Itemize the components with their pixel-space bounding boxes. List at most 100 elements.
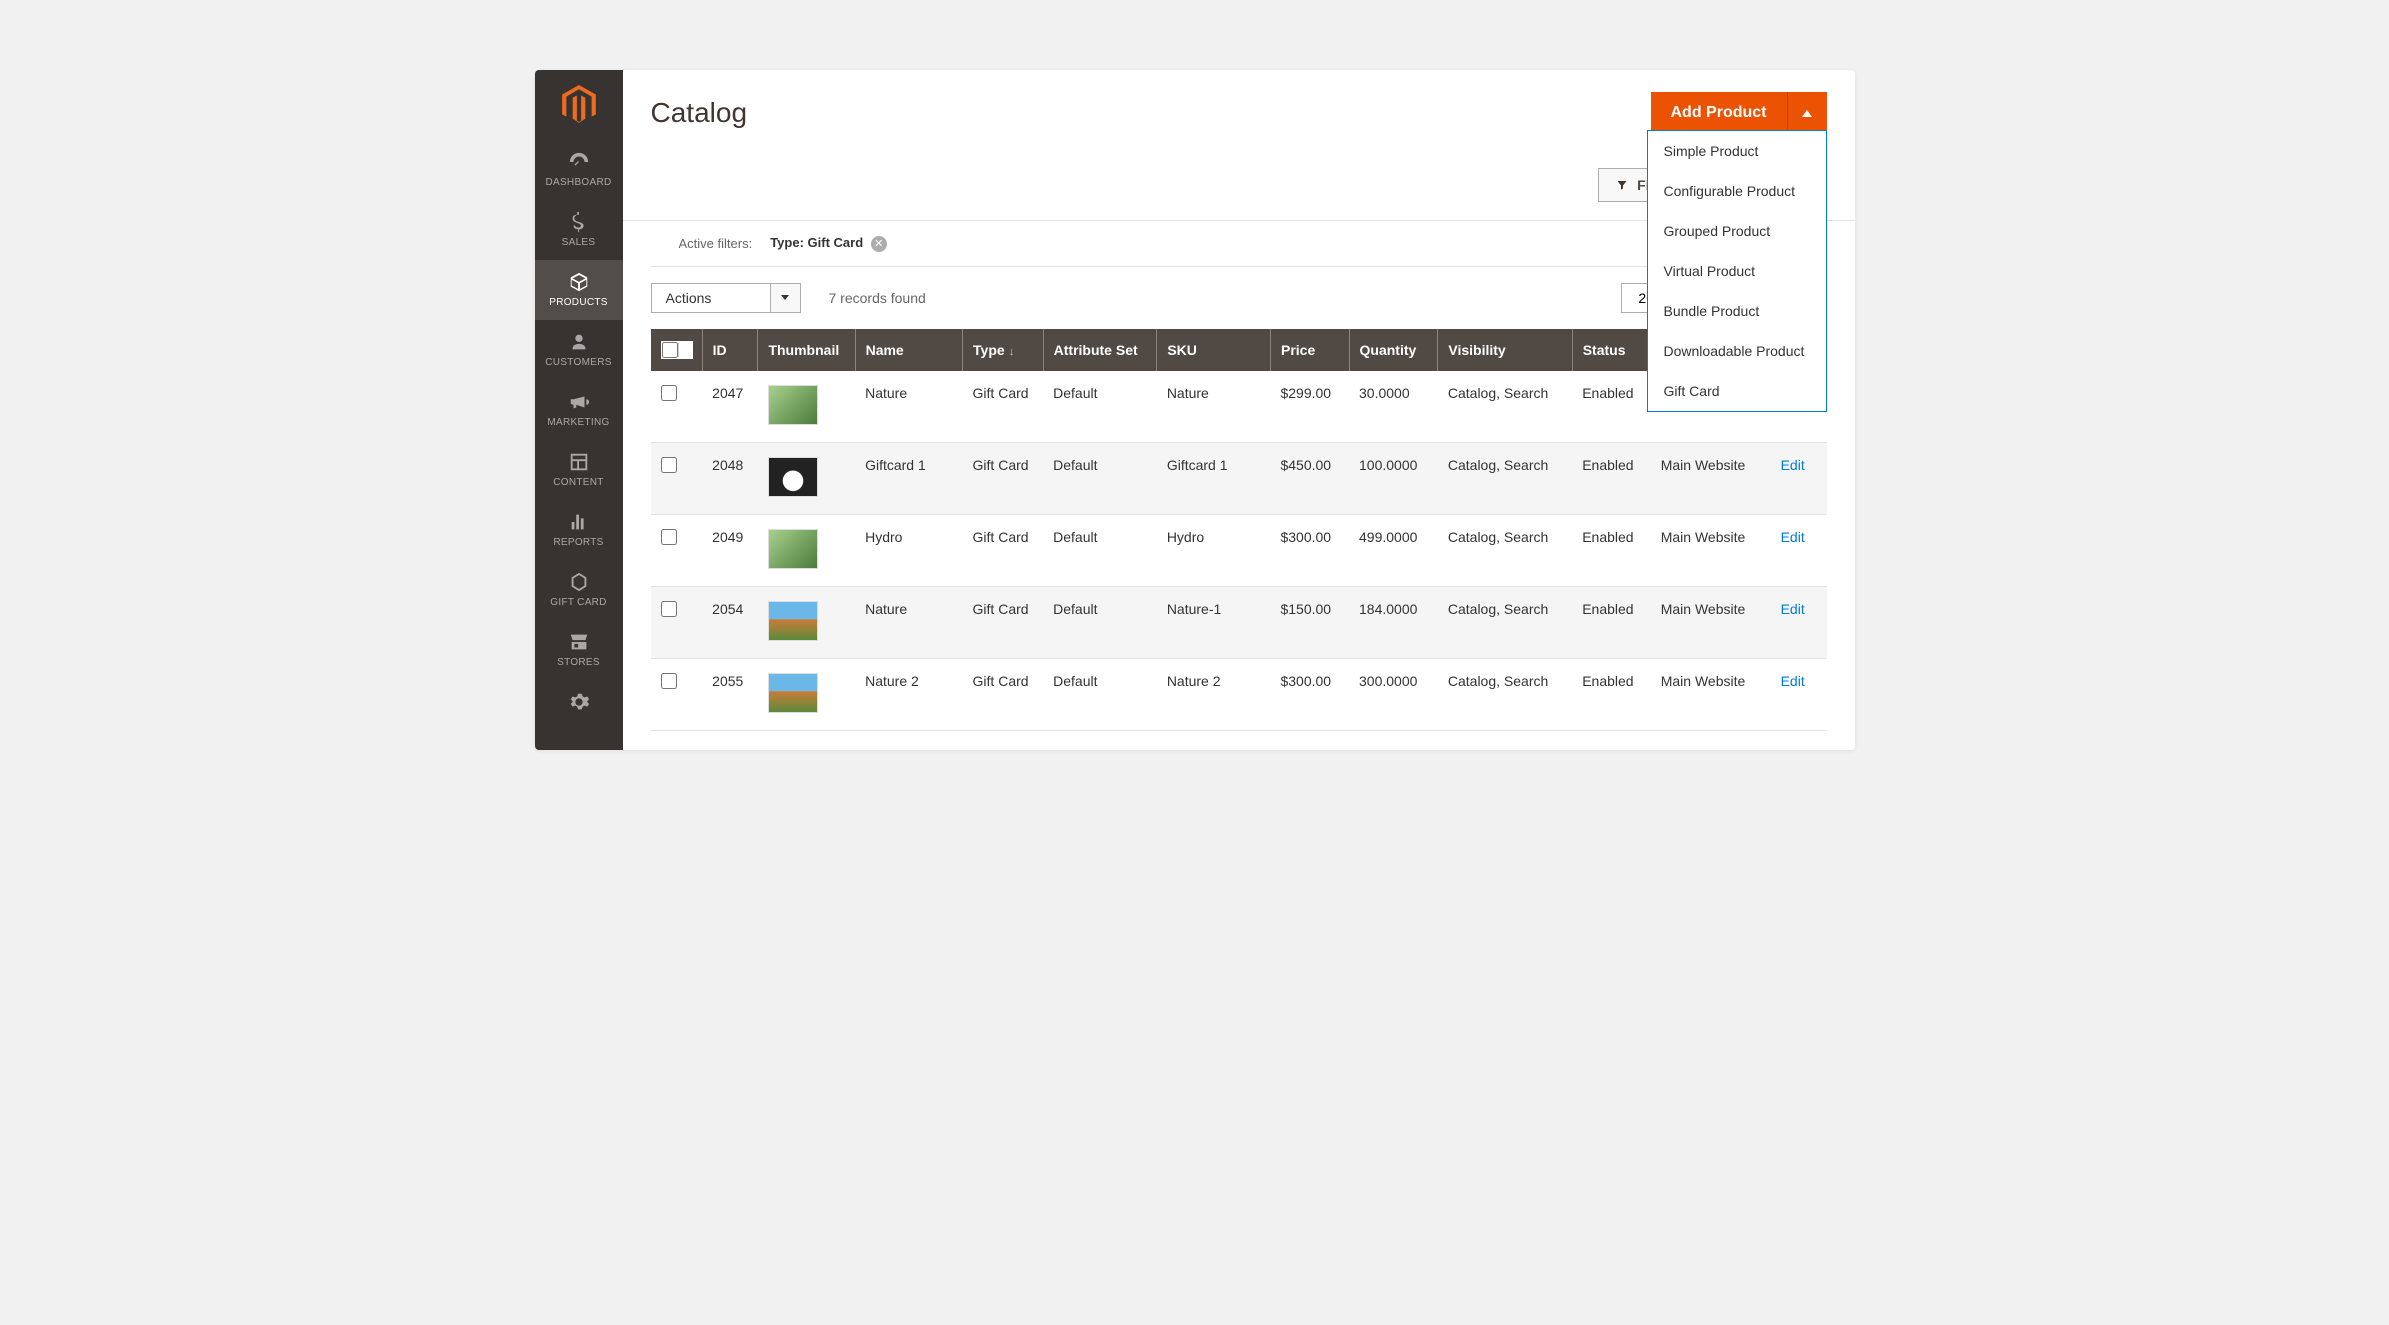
product-thumbnail: [768, 673, 818, 713]
cell-price: $300.00: [1270, 658, 1349, 730]
col-id[interactable]: ID: [702, 329, 758, 371]
sidebar-item-marketing[interactable]: MARKETING: [535, 380, 623, 440]
col-status[interactable]: Status: [1572, 329, 1651, 371]
cell-sku: Nature: [1157, 371, 1271, 443]
sort-down-icon: ↓: [1009, 346, 1015, 358]
filter-chip-remove[interactable]: ✕: [871, 236, 887, 252]
col-type[interactable]: Type↓: [963, 329, 1044, 371]
sidebar-label: SALES: [539, 237, 619, 248]
sidebar-item-dashboard[interactable]: DASHBOARD: [535, 140, 623, 200]
dropdown-item-downloadable[interactable]: Downloadable Product: [1648, 331, 1826, 371]
cell-type: Gift Card: [963, 658, 1044, 730]
cell-sku: Nature-1: [1157, 586, 1271, 658]
cell-thumbnail: [758, 514, 855, 586]
cell-visibility: Catalog, Search: [1438, 658, 1572, 730]
cell-qty: 30.0000: [1349, 371, 1438, 443]
add-product-button[interactable]: Add Product: [1651, 92, 1787, 134]
dollar-icon: [539, 210, 619, 234]
active-filters-label: Active filters:: [679, 236, 753, 251]
hexagon-icon: [539, 570, 619, 594]
dropdown-item-giftcard[interactable]: Gift Card: [1648, 371, 1826, 411]
col-price[interactable]: Price: [1270, 329, 1349, 371]
sidebar-item-customers[interactable]: CUSTOMERS: [535, 320, 623, 380]
cell-attr: Default: [1043, 371, 1157, 443]
dropdown-item-simple[interactable]: Simple Product: [1648, 131, 1826, 171]
sidebar-item-stores[interactable]: STORES: [535, 620, 623, 680]
cell-id: 2054: [702, 586, 758, 658]
row-checkbox[interactable]: [661, 673, 677, 689]
cell-name: Hydro: [855, 514, 962, 586]
cell-id: 2049: [702, 514, 758, 586]
table-row[interactable]: 2055Nature 2Gift CardDefaultNature 2$300…: [651, 658, 1827, 730]
cell-qty: 184.0000: [1349, 586, 1438, 658]
col-name[interactable]: Name: [855, 329, 962, 371]
sidebar-label: CONTENT: [539, 477, 619, 488]
cell-name: Nature: [855, 586, 962, 658]
caret-up-icon: [1802, 110, 1812, 117]
cell-visibility: Catalog, Search: [1438, 514, 1572, 586]
cell-attr: Default: [1043, 442, 1157, 514]
product-thumbnail: [768, 529, 818, 569]
cell-price: $150.00: [1270, 586, 1349, 658]
actions-caret[interactable]: [771, 283, 801, 313]
row-checkbox[interactable]: [661, 385, 677, 401]
col-visibility[interactable]: Visibility: [1438, 329, 1572, 371]
col-sku[interactable]: SKU: [1157, 329, 1271, 371]
records-found: 7 records found: [829, 290, 1622, 306]
cell-status: Enabled: [1572, 586, 1651, 658]
product-thumbnail: [768, 457, 818, 497]
col-quantity[interactable]: Quantity: [1349, 329, 1438, 371]
sidebar-label: STORES: [539, 657, 619, 668]
cell-status: Enabled: [1572, 658, 1651, 730]
dropdown-item-configurable[interactable]: Configurable Product: [1648, 171, 1826, 211]
col-attribute-set[interactable]: Attribute Set: [1043, 329, 1157, 371]
cell-visibility: Catalog, Search: [1438, 586, 1572, 658]
edit-link[interactable]: Edit: [1781, 673, 1805, 689]
sidebar-item-more[interactable]: [535, 680, 623, 714]
sidebar-item-giftcard[interactable]: GIFT CARD: [535, 560, 623, 620]
edit-link[interactable]: Edit: [1781, 601, 1805, 617]
sidebar-item-products[interactable]: PRODUCTS: [535, 260, 623, 320]
sidebar-item-content[interactable]: CONTENT: [535, 440, 623, 500]
cell-websites: Main Website: [1651, 658, 1771, 730]
cell-attr: Default: [1043, 586, 1157, 658]
cell-websites: Main Website: [1651, 442, 1771, 514]
edit-link[interactable]: Edit: [1781, 457, 1805, 473]
col-thumbnail[interactable]: Thumbnail: [758, 329, 855, 371]
cell-type: Gift Card: [963, 514, 1044, 586]
edit-link[interactable]: Edit: [1781, 529, 1805, 545]
row-checkbox[interactable]: [661, 529, 677, 545]
actions-dropdown[interactable]: Actions: [651, 283, 801, 313]
cell-type: Gift Card: [963, 586, 1044, 658]
cell-qty: 499.0000: [1349, 514, 1438, 586]
filter-chip-key: Type:: [770, 235, 804, 250]
cell-name: Giftcard 1: [855, 442, 962, 514]
product-thumbnail: [768, 601, 818, 641]
layout-icon: [539, 450, 619, 474]
select-all-dropdown[interactable]: [678, 343, 692, 357]
add-product-toggle[interactable]: [1787, 92, 1827, 134]
dropdown-item-bundle[interactable]: Bundle Product: [1648, 291, 1826, 331]
dropdown-item-virtual[interactable]: Virtual Product: [1648, 251, 1826, 291]
select-all-checkbox[interactable]: [662, 342, 678, 358]
row-checkbox[interactable]: [661, 457, 677, 473]
cell-thumbnail: [758, 658, 855, 730]
cell-attr: Default: [1043, 658, 1157, 730]
magento-logo[interactable]: [535, 70, 623, 140]
sidebar-item-sales[interactable]: SALES: [535, 200, 623, 260]
cell-status: Enabled: [1572, 514, 1651, 586]
table-row[interactable]: 2049HydroGift CardDefaultHydro$300.00499…: [651, 514, 1827, 586]
cell-price: $299.00: [1270, 371, 1349, 443]
cell-websites: Main Website: [1651, 514, 1771, 586]
dropdown-item-grouped[interactable]: Grouped Product: [1648, 211, 1826, 251]
cell-sku: Hydro: [1157, 514, 1271, 586]
sidebar-item-reports[interactable]: REPORTS: [535, 500, 623, 560]
add-product-dropdown: Simple Product Configurable Product Grou…: [1647, 130, 1827, 412]
cell-attr: Default: [1043, 514, 1157, 586]
cell-name: Nature: [855, 371, 962, 443]
table-row[interactable]: 2048Giftcard 1Gift CardDefaultGiftcard 1…: [651, 442, 1827, 514]
row-checkbox[interactable]: [661, 601, 677, 617]
table-row[interactable]: 2054 NatureGift CardDefaultNature-1$150.0…: [651, 586, 1827, 658]
cell-sku: Giftcard 1: [1157, 442, 1271, 514]
cell-websites: Main Website: [1651, 586, 1771, 658]
